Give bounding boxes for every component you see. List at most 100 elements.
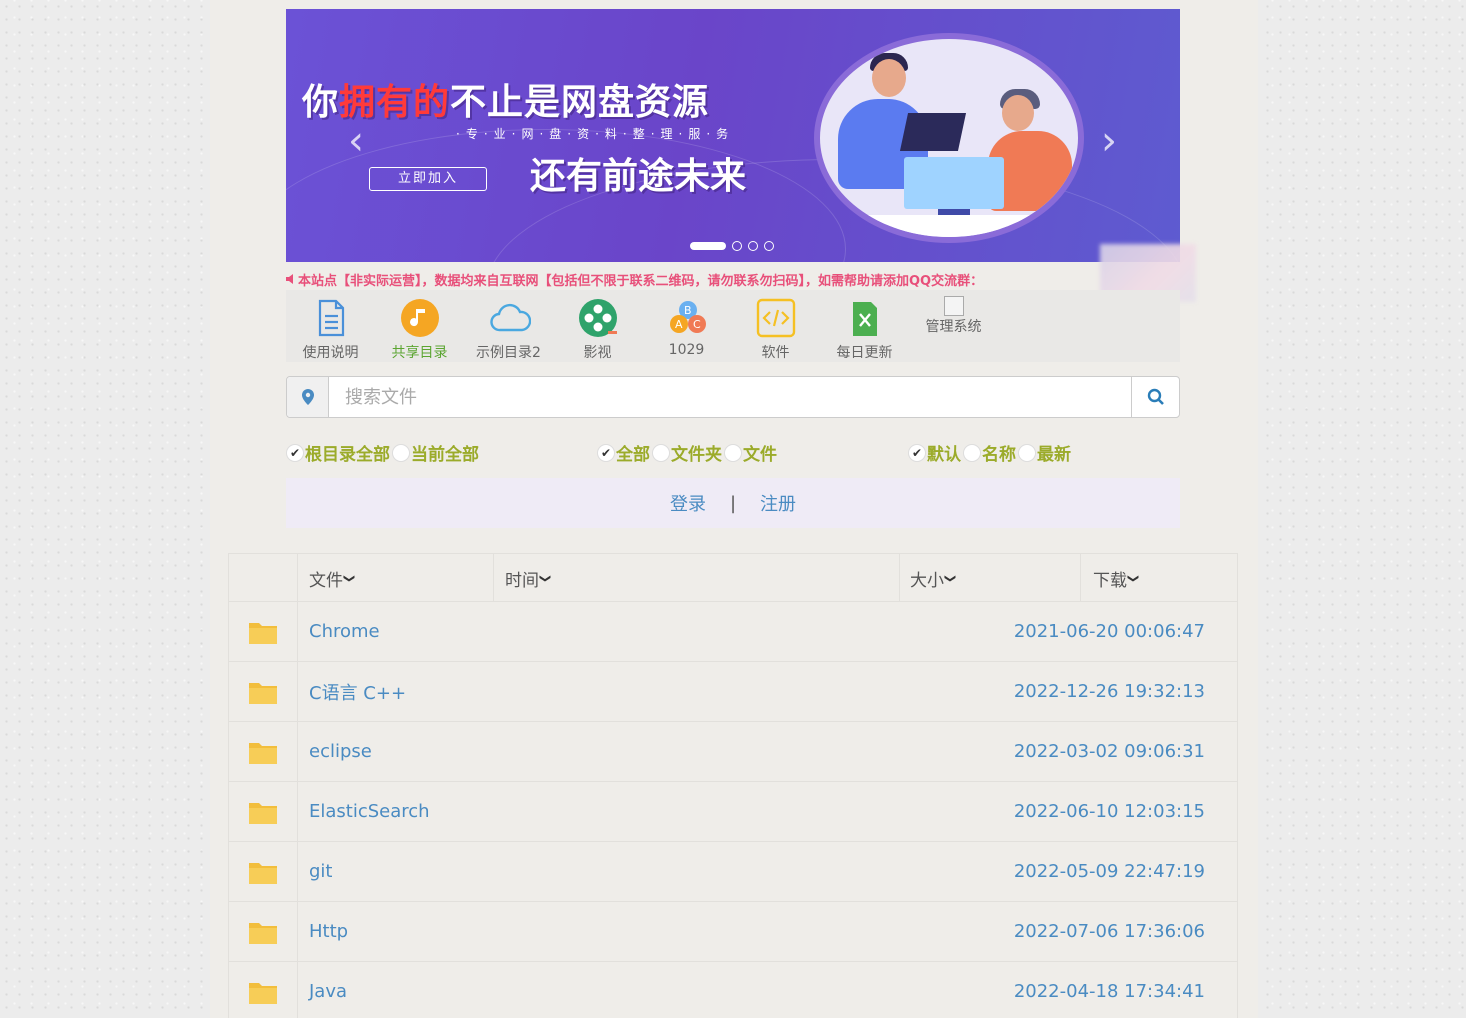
file-name-link[interactable]: eclipse <box>298 722 937 781</box>
radio-type-folder[interactable]: 文件夹 <box>652 440 722 465</box>
radio-sort-newest[interactable]: 最新 <box>1018 440 1071 465</box>
table-body: Chrome 2021-06-20 00:06:47 C语言 C++ 2022-12-… <box>229 602 1237 1018</box>
location-pin-icon <box>287 377 329 417</box>
table-row[interactable]: Http 2022-07-06 17:36:06 <box>229 902 1237 962</box>
folder-icon <box>229 602 298 662</box>
nav-item-video[interactable]: 影视 <box>553 290 642 362</box>
login-link[interactable]: 登录 <box>670 490 706 516</box>
search-bar <box>286 376 1180 418</box>
film-reel-icon <box>578 298 618 338</box>
notice-text: 本站点【非实际运营】，数据均来自互联网【包括但不限于联系二维码，请勿联系勿扫码】… <box>298 274 984 289</box>
page-container: 你拥有的不止是网盘资源 ·专·业·网·盘·资·料·整·理·服·务 还有前途未来 … <box>210 0 1258 1018</box>
carousel-next-icon[interactable]: › <box>1094 121 1124 161</box>
auth-separator: | <box>729 492 737 514</box>
nav-item-label: 使用说明 <box>302 345 359 361</box>
header-download[interactable]: 下载 ❯ <box>1081 554 1237 602</box>
nav-item-label: 软件 <box>761 345 790 361</box>
filter-group-sort: ✔ 默认 名称 最新 <box>908 440 1073 465</box>
nav-item-label: 示例目录2 <box>476 345 541 361</box>
file-name-link[interactable]: Http <box>298 902 937 961</box>
file-time: 2021-06-20 00:06:47 <box>1013 621 1205 642</box>
folder-icon <box>229 782 298 842</box>
broken-image-icon <box>943 296 964 316</box>
carousel-indicators <box>690 241 774 251</box>
nav-item-sample[interactable]: 示例目录2 <box>464 290 553 362</box>
filter-group-type: ✔ 全部 文件夹 文件 <box>597 440 779 465</box>
table-row[interactable]: ElasticSearch 2022-06-10 12:03:15 <box>229 782 1237 842</box>
nav-item-daily[interactable]: 每日更新 <box>820 290 909 362</box>
file-time: 2022-06-10 12:03:15 <box>1013 801 1205 822</box>
carousel-dot[interactable] <box>732 241 742 251</box>
category-nav: 使用说明 共享目录 示例目录2 影视 BAC 1029 软件 每日更新 管理系统 <box>286 290 1180 362</box>
file-time: 2022-07-06 17:36:06 <box>1013 921 1205 942</box>
file-name-link[interactable]: Chrome <box>298 602 937 661</box>
code-icon <box>756 298 796 338</box>
svg-text:B: B <box>684 304 692 317</box>
file-name-link[interactable]: C语言 C++ <box>298 662 937 721</box>
table-row[interactable]: C语言 C++ 2022-12-26 19:32:13 <box>229 662 1237 722</box>
radio-type-all[interactable]: ✔ 全部 <box>597 440 650 465</box>
nav-item-admin[interactable]: 管理系统 <box>909 290 998 362</box>
banner-subtitle: ·专·业·网·盘·资·料·整·理·服·务 <box>456 127 735 141</box>
search-input[interactable] <box>329 377 1131 417</box>
file-name-link[interactable]: ElasticSearch <box>298 782 937 841</box>
filter-group-scope: ✔ 根目录全部 当前全部 <box>286 440 481 465</box>
banner-illustration <box>814 33 1084 243</box>
join-now-button[interactable]: 立即加入 <box>369 167 487 191</box>
filter-bar: ✔ 根目录全部 当前全部 ✔ 全部 文件夹 文件 ✔ 默认 名称 最新 <box>286 440 1180 466</box>
nav-item-label: 共享目录 <box>391 345 448 361</box>
header-icon-column <box>229 554 298 602</box>
carousel-dot[interactable] <box>690 242 726 250</box>
header-file[interactable]: 文件 ❯ <box>298 554 494 602</box>
header-size[interactable]: 大小 ❯ <box>900 554 1081 602</box>
table-row[interactable]: Chrome 2021-06-20 00:06:47 <box>229 602 1237 662</box>
chevron-down-icon: ❯ <box>343 573 357 583</box>
folder-icon <box>229 842 298 902</box>
register-link[interactable]: 注册 <box>760 490 796 516</box>
file-table: 文件 ❯ 时间 ❯ 大小 ❯ 下载 ❯ Chrome 2021-06-20 00:06:4… <box>228 553 1238 1018</box>
header-time[interactable]: 时间 ❯ <box>494 554 900 602</box>
nav-item-manual[interactable]: 使用说明 <box>286 290 375 362</box>
nav-item-label: 1029 <box>668 342 705 358</box>
carousel-dot[interactable] <box>764 241 774 251</box>
radio-sort-name[interactable]: 名称 <box>963 440 1016 465</box>
carousel-dot[interactable] <box>748 241 758 251</box>
svg-text:C: C <box>693 318 701 331</box>
chevron-down-icon: ❯ <box>1127 573 1141 583</box>
banner-title-line2: 还有前途未来 <box>530 156 747 197</box>
notice-bar: 本站点【非实际运营】，数据均来自互联网【包括但不限于联系二维码，请勿联系勿扫码】… <box>286 270 1198 290</box>
check-icon: ✔ <box>597 443 615 462</box>
radio-sort-default[interactable]: ✔ 默认 <box>908 440 961 465</box>
folder-icon <box>229 722 298 782</box>
cloud-icon <box>489 298 531 338</box>
search-button[interactable] <box>1131 377 1179 417</box>
carousel-prev-icon[interactable]: ‹ <box>341 121 371 161</box>
document-icon <box>311 298 351 338</box>
abc-blocks-icon: BAC <box>667 298 707 338</box>
nav-item-label: 管理系统 <box>925 319 982 335</box>
file-time: 2022-12-26 19:32:13 <box>1013 681 1205 702</box>
table-row[interactable]: eclipse 2022-03-02 09:06:31 <box>229 722 1237 782</box>
radio-scope-current[interactable]: 当前全部 <box>392 440 479 465</box>
chevron-down-icon: ❯ <box>539 573 553 583</box>
folder-icon <box>229 902 298 962</box>
auth-bar: 登录 | 注册 <box>286 478 1180 528</box>
banner-carousel[interactable]: 你拥有的不止是网盘资源 ·专·业·网·盘·资·料·整·理·服·务 还有前途未来 … <box>286 9 1180 262</box>
chevron-down-icon: ❯ <box>944 573 958 583</box>
nav-item-1029[interactable]: BAC 1029 <box>642 290 731 362</box>
folder-icon <box>229 962 298 1018</box>
table-row[interactable]: git 2022-05-09 22:47:19 <box>229 842 1237 902</box>
file-time: 2022-05-09 22:47:19 <box>1013 861 1205 882</box>
nav-item-shared[interactable]: 共享目录 <box>375 290 464 362</box>
file-name-link[interactable]: Java <box>298 962 937 1018</box>
file-name-link[interactable]: git <box>298 842 937 901</box>
nav-item-label: 每日更新 <box>836 345 893 361</box>
search-icon <box>1147 388 1164 405</box>
table-row[interactable]: Java 2022-04-18 17:34:41 <box>229 962 1237 1018</box>
music-note-icon <box>400 298 440 338</box>
radio-scope-root[interactable]: ✔ 根目录全部 <box>286 440 390 465</box>
speaker-icon <box>286 273 298 289</box>
nav-item-software[interactable]: 软件 <box>731 290 820 362</box>
file-time: 2022-04-18 17:34:41 <box>1013 981 1205 1002</box>
radio-type-file[interactable]: 文件 <box>724 440 777 465</box>
